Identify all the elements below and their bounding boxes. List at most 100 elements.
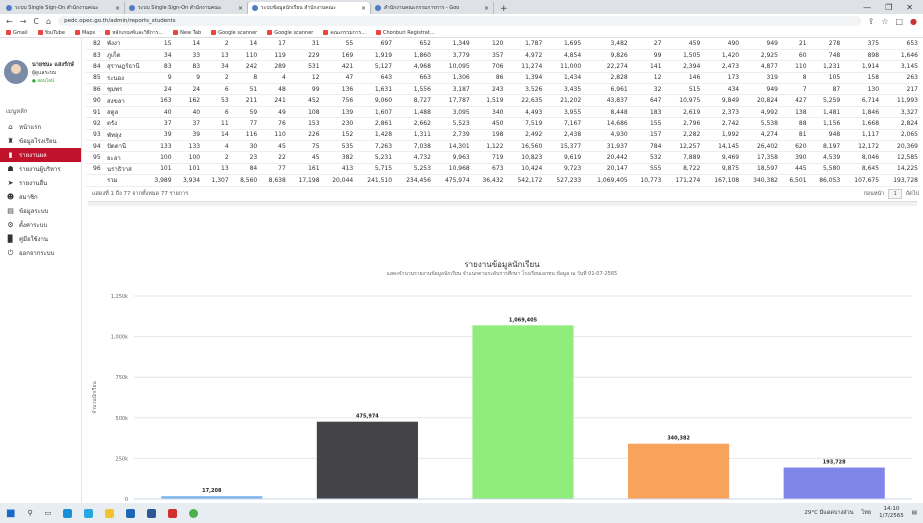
table-cell: 289 xyxy=(259,60,288,73)
bookmark-item[interactable]: Google scanner xyxy=(267,30,313,36)
forward-icon[interactable]: → xyxy=(20,17,27,26)
data-label: 193,728 xyxy=(823,460,846,466)
weather-text[interactable]: 29°C มีแดดบางส่วน xyxy=(804,509,853,517)
sidebar-item-label: รายงานผล xyxy=(19,152,47,159)
horizontal-scrollbar[interactable] xyxy=(88,200,917,206)
reload-icon[interactable]: C xyxy=(33,17,39,26)
table-cell: 4,732 xyxy=(394,151,433,164)
acrobat-icon[interactable] xyxy=(168,508,178,518)
bookmark-item[interactable]: หลักเกณฑ์และวิธีการ... xyxy=(105,29,163,37)
table-cell: 3,482 xyxy=(583,38,630,50)
sidebar-item[interactable]: ▤ ข้อมูลระบบ xyxy=(0,204,81,218)
taskview-icon[interactable]: ▭ xyxy=(45,509,52,517)
sidebar-item-label: หน้าแรก xyxy=(19,124,42,131)
browser-tab[interactable]: ระบบข้อมูลนักเรียน สำนักงานคณะ × xyxy=(248,2,371,14)
sidebar-item[interactable]: ⏻ ออกจากระบบ xyxy=(0,246,81,260)
back-icon[interactable]: ← xyxy=(6,17,13,26)
store-icon[interactable] xyxy=(84,508,94,518)
share-icon[interactable]: ⇪ xyxy=(868,17,875,26)
table-cell: 3,955 xyxy=(544,106,584,119)
table-cell: 2 xyxy=(202,151,231,164)
table-cell: ตรัง xyxy=(105,117,145,130)
table-cell: 434 xyxy=(702,83,742,96)
table-cell: 110 xyxy=(779,60,809,73)
close-icon[interactable]: × xyxy=(484,5,489,12)
bookmark-item[interactable]: YouTube xyxy=(37,30,65,36)
table-cell: 9,619 xyxy=(544,151,584,164)
table-cell: 673 xyxy=(471,163,506,176)
bookmark-item[interactable]: New Tab xyxy=(173,30,201,36)
window-close-icon[interactable]: ✕ xyxy=(906,3,913,12)
next-page-button[interactable]: ถัดไป xyxy=(906,190,919,198)
table-cell: 152 xyxy=(321,129,356,142)
table-cell: 8,727 xyxy=(394,94,433,107)
explorer-icon[interactable] xyxy=(105,508,115,518)
word-icon[interactable] xyxy=(147,508,157,518)
sidebar-item[interactable]: ♜ ข้อมูลโรงเรียน xyxy=(0,134,81,148)
table-cell: 319 xyxy=(741,72,780,85)
table-cell: 1,434 xyxy=(544,72,584,85)
bookmark-item[interactable]: Gmail xyxy=(6,30,28,36)
chart-container: รายงานข้อมูลนักเรียน แสดงจำนวนรายงานข้อม… xyxy=(82,254,922,503)
sidebar-item[interactable]: ▉ คู่มือใช้งาน xyxy=(0,232,81,246)
table-cell: รวม xyxy=(105,174,145,187)
table-cell: 1,992 xyxy=(702,129,742,142)
sidebar-item[interactable]: ▮ รายงานผล xyxy=(0,148,81,162)
close-icon[interactable]: × xyxy=(238,5,243,12)
star-icon[interactable]: ☆ xyxy=(881,17,888,26)
table-cell: 198 xyxy=(471,129,506,142)
bar-chart: 0250k500k750k1,000k1,250kจำนวนนักเรียน17… xyxy=(91,294,912,503)
browser-tab[interactable]: ระบบ Single Sign-On สำนักงานคณะ × xyxy=(125,2,248,14)
table-cell: 5,538 xyxy=(741,117,780,130)
profile-icon[interactable]: ● xyxy=(910,17,917,26)
data-label: 340,382 xyxy=(667,436,690,442)
url-input[interactable]: pedc.opec.go.th/admin/reports_students xyxy=(58,16,861,26)
language-indicator[interactable]: ไทย xyxy=(861,509,871,517)
table-cell: 24 xyxy=(145,83,174,96)
close-icon[interactable]: × xyxy=(115,5,120,12)
maximize-icon[interactable]: ❐ xyxy=(885,3,892,12)
sidebar-item[interactable]: ☻ สมาชิก xyxy=(0,190,81,204)
bookmark-item[interactable]: Chonburi Registrat... xyxy=(376,30,435,36)
bookmark-item[interactable]: Google scanner xyxy=(211,30,257,36)
table-cell: 5,580 xyxy=(808,163,843,176)
y-axis-label: จำนวนนักเรียน xyxy=(91,381,98,414)
close-icon[interactable]: × xyxy=(361,5,366,12)
table-cell: 20,442 xyxy=(583,151,630,164)
sidebar-item[interactable]: ☗ รายงานผู้บริหาร xyxy=(0,162,81,176)
chrome-icon[interactable] xyxy=(189,508,199,518)
table-cell: 133 xyxy=(173,140,203,153)
page-1-button[interactable]: 1 xyxy=(888,188,902,199)
notification-icon[interactable]: ▤ xyxy=(912,510,917,516)
home-icon[interactable]: ⌂ xyxy=(46,17,51,26)
sidebar-item[interactable]: ➤ รายงานอื่น xyxy=(0,176,81,190)
sidebar-item[interactable]: ⚙ ตั้งค่าระบบ xyxy=(0,218,81,232)
edge-icon[interactable] xyxy=(63,508,73,518)
mail-icon[interactable] xyxy=(126,508,136,518)
sidebar-item-label: รายงานอื่น xyxy=(19,180,48,187)
table-cell: 90 xyxy=(85,94,105,107)
table-cell: 59 xyxy=(230,106,260,119)
start-icon[interactable]: ■ xyxy=(6,508,15,519)
minimize-icon[interactable]: — xyxy=(863,3,871,12)
extensions-icon[interactable]: □ xyxy=(895,17,903,26)
table-cell: 9 xyxy=(145,72,174,85)
sidebar-item[interactable]: ⌂ หน้าแรก xyxy=(0,120,81,134)
data-label: 17,208 xyxy=(202,488,222,494)
table-cell: 110 xyxy=(230,49,260,62)
table-cell: 4 xyxy=(259,72,288,85)
clock[interactable]: 14:10 1/7/2565 xyxy=(879,506,904,520)
table-cell: 1,846 xyxy=(842,106,882,119)
chart-icon: ▮ xyxy=(8,151,13,159)
bookmark-item[interactable]: Maps xyxy=(74,30,95,36)
user-role: ผู้ดูแลระบบ xyxy=(32,69,57,76)
table-cell: 1,505 xyxy=(663,49,703,62)
browser-tab[interactable]: ระบบ Single Sign-On สำนักงานคณะ × xyxy=(2,2,125,14)
browser-tab[interactable]: สำนักงานคณะกรรมการการ - Goo × xyxy=(371,2,494,14)
search-icon[interactable]: ⚲ xyxy=(27,509,32,517)
table-cell: 652 xyxy=(394,38,433,50)
bookmark-item[interactable]: คณะกรรมการ... xyxy=(323,29,366,37)
prev-page-button[interactable]: ก่อนหน้า xyxy=(863,190,884,198)
new-tab-button[interactable]: + xyxy=(494,4,514,14)
table-cell: 193,728 xyxy=(881,174,920,187)
